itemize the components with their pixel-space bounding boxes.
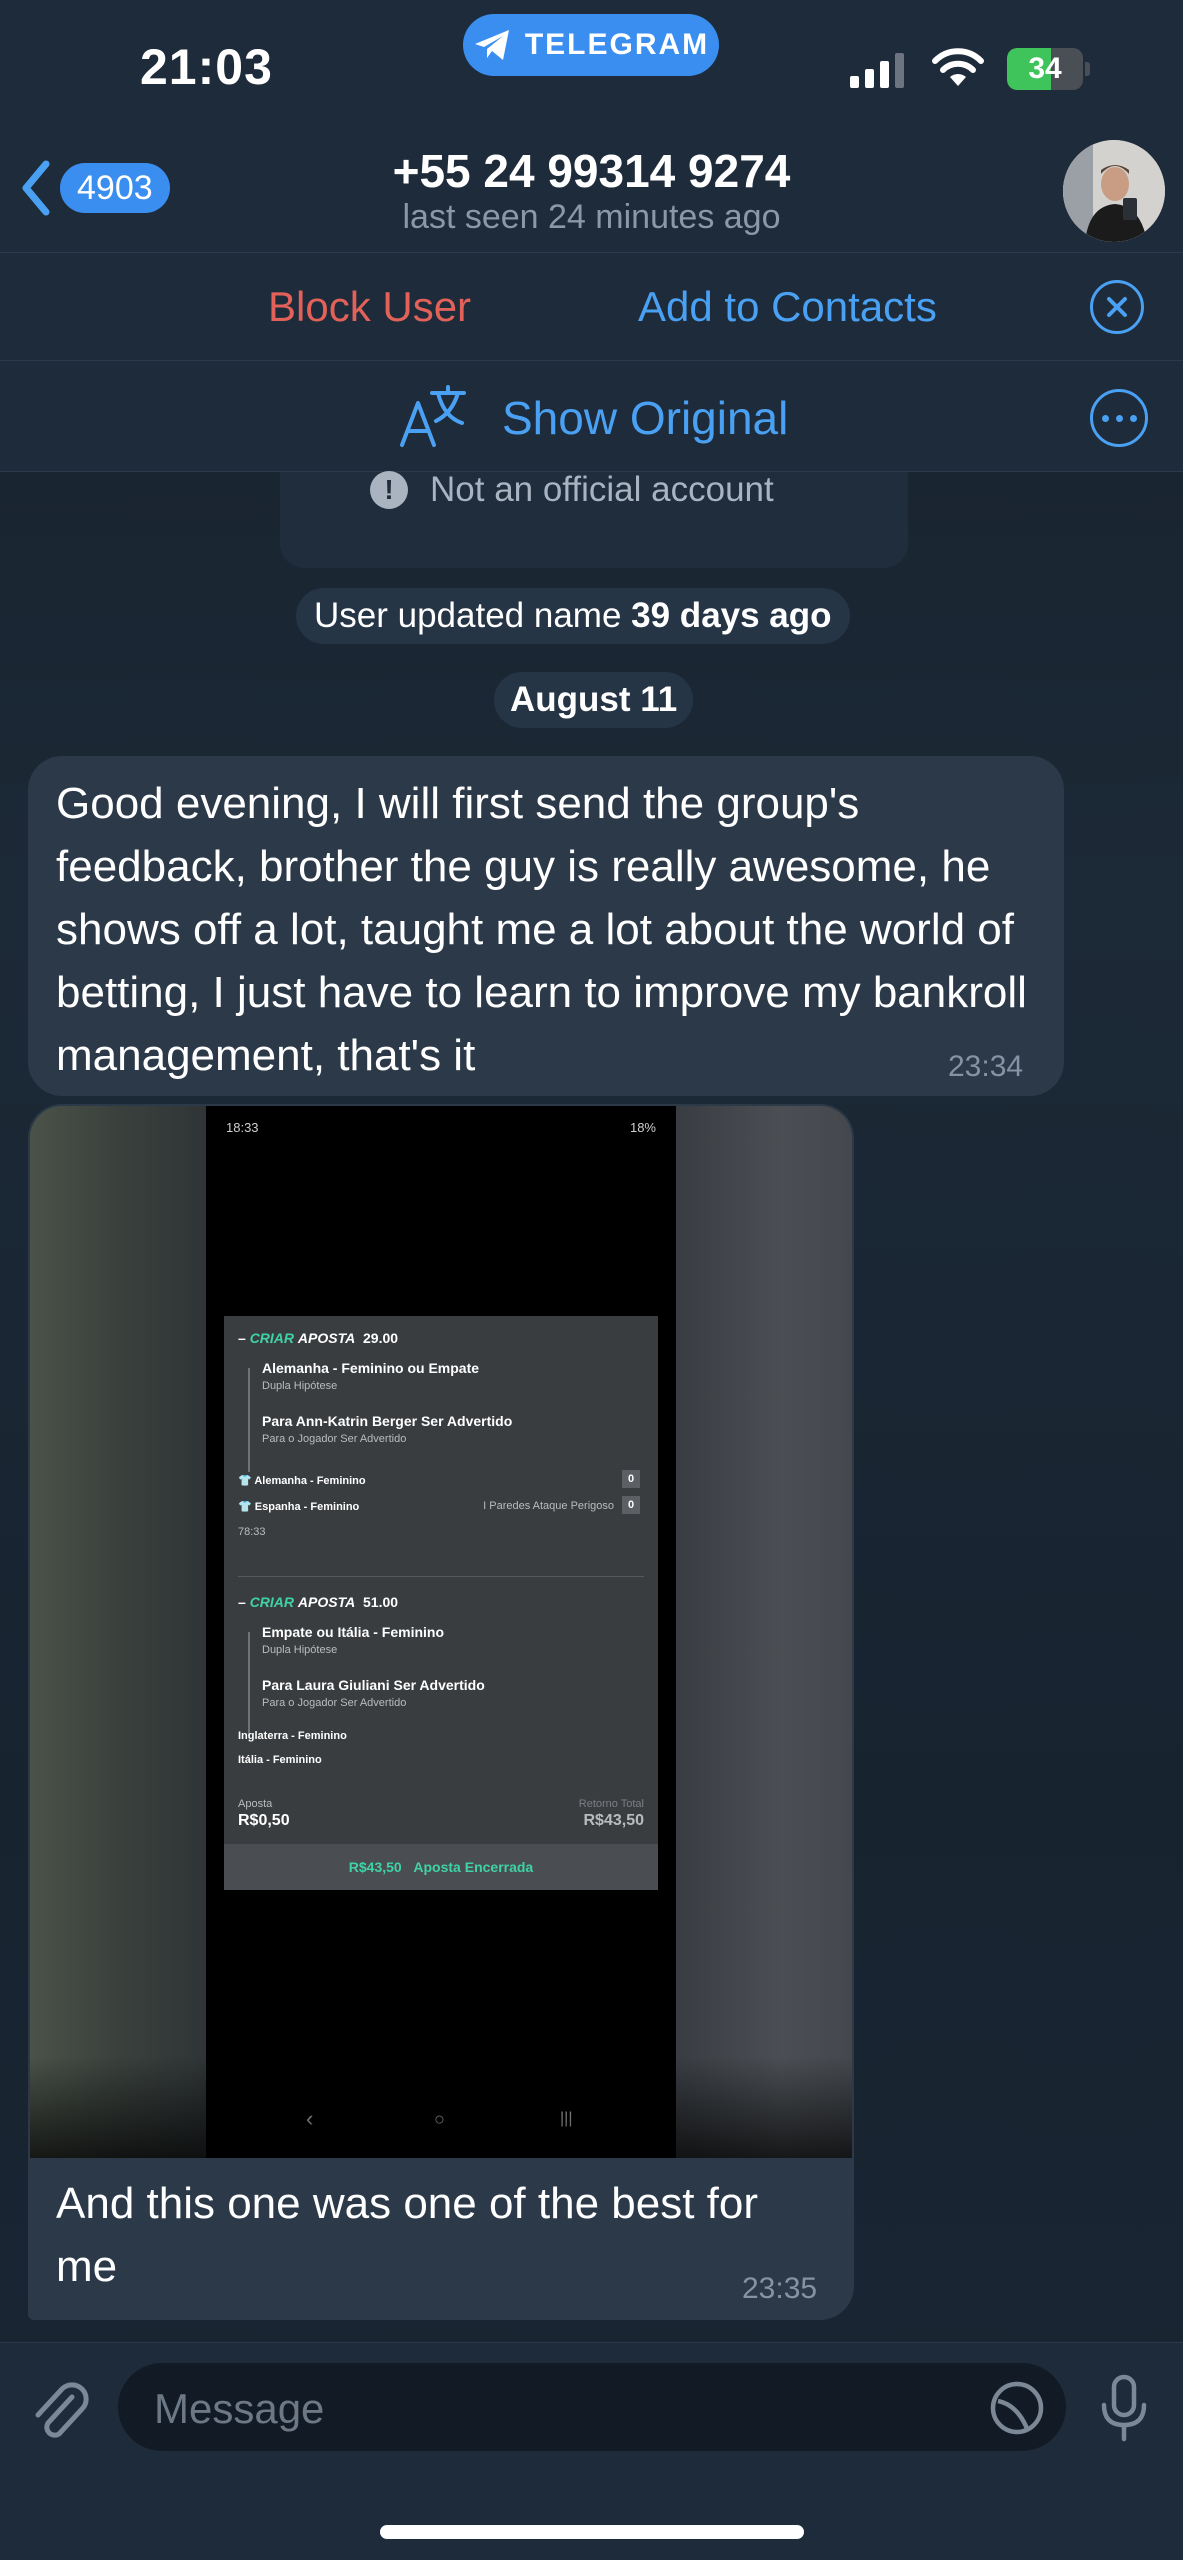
- bet-selection: Alemanha - Feminino ou Empate: [262, 1360, 480, 1376]
- close-icon[interactable]: [1090, 280, 1144, 334]
- team-away: 👕 Espanha - Feminino: [238, 1501, 360, 1513]
- translate-icon: [400, 385, 466, 447]
- message-placeholder: Message: [154, 2385, 325, 2432]
- bet-card: – CRIAR APOSTA 29.00 Alemanha - Feminino…: [224, 1316, 658, 1890]
- team-away: Itália - Feminino: [238, 1754, 322, 1766]
- info-icon: !: [370, 471, 408, 509]
- bet-selection: Para Ann-Katrin Berger Ser Advertido: [262, 1413, 513, 1429]
- not-official-notice: ! Not an official account: [370, 470, 774, 510]
- contact-action-bar: Block User Add to Contacts: [0, 252, 1183, 360]
- home-indicator: [380, 2525, 804, 2539]
- not-official-text: Not an official account: [430, 470, 774, 509]
- add-to-contacts-button[interactable]: Add to Contacts: [638, 283, 937, 331]
- photo-message-bubble[interactable]: 18:33 18% – CRIAR APOSTA 29.00 Alemanha …: [28, 1104, 854, 2320]
- message-time: 23:34: [948, 1050, 1024, 1083]
- bet-selection-sub: Dupla Hipótese: [262, 1380, 338, 1392]
- last-seen-status: last seen 24 minutes ago: [402, 198, 781, 236]
- block-user-button[interactable]: Block User: [268, 283, 471, 331]
- return-value: R$43,50: [583, 1812, 645, 1829]
- bet-selection: Empate ou Itália - Feminino: [262, 1624, 445, 1640]
- status-time: 21:03: [140, 39, 273, 95]
- photo-screenshot: 18:33 18% – CRIAR APOSTA 29.00 Alemanha …: [206, 1106, 676, 2158]
- score-away: 0: [622, 1496, 640, 1514]
- avatar[interactable]: [1063, 140, 1165, 242]
- translate-bar: Show Original: [0, 360, 1183, 472]
- battery-level: 34: [1028, 52, 1062, 85]
- date-divider: August 11: [494, 672, 694, 728]
- bet-selection-sub: Dupla Hipótese: [262, 1644, 338, 1656]
- bet-header: – CRIAR APOSTA 29.00: [238, 1330, 399, 1346]
- name-update-notice: User updated name 39 days ago: [296, 588, 850, 644]
- bet-closed-bar: R$43,50 Aposta Encerrada: [224, 1844, 658, 1890]
- wifi-icon: [932, 48, 984, 86]
- bet-header: – CRIAR APOSTA 51.00: [238, 1594, 399, 1610]
- event-note: I Paredes Ataque Perigoso: [483, 1500, 614, 1512]
- team-home: Inglaterra - Feminino: [238, 1730, 347, 1742]
- message-composer: Message: [0, 2342, 1183, 2560]
- bet-selection-sub: Para o Jogador Ser Advertido: [262, 1433, 407, 1445]
- telegram-plane-icon: [474, 30, 509, 60]
- bet-selection-sub: Para o Jogador Ser Advertido: [262, 1697, 407, 1709]
- message-photo[interactable]: 18:33 18% – CRIAR APOSTA 29.00 Alemanha …: [30, 1106, 852, 2158]
- name-update-when: 39 days ago: [631, 596, 832, 635]
- name-update-text: User updated name: [314, 596, 622, 635]
- message-input[interactable]: Message: [118, 2363, 1066, 2451]
- paperclip-icon[interactable]: [28, 2377, 90, 2443]
- cellular-signal-icon: [850, 50, 904, 88]
- message-time: 23:35: [742, 2272, 818, 2305]
- chat-title[interactable]: +55 24 99314 9274: [0, 144, 1183, 198]
- score-home: 0: [622, 1470, 640, 1488]
- status-bar: 21:03 TELEGRAM 34: [0, 0, 1183, 140]
- sticker-icon[interactable]: [988, 2379, 1046, 2437]
- battery-icon: 34: [1007, 48, 1090, 90]
- chat-header: 4903 +55 24 99314 9274 last seen 24 minu…: [0, 140, 1183, 252]
- team-home: 👕 Alemanha - Feminino: [238, 1475, 366, 1487]
- telegram-pill-label: TELEGRAM: [524, 28, 710, 61]
- stake-label: Aposta: [238, 1798, 273, 1810]
- return-label: Retorno Total: [578, 1798, 644, 1810]
- match-minute: 78:33: [238, 1526, 266, 1538]
- photo-status-battery: 18%: [629, 1120, 656, 1135]
- message-bubble[interactable]: Good evening, I will first send the grou…: [28, 756, 1064, 1096]
- telegram-pill[interactable]: TELEGRAM: [463, 14, 719, 76]
- stake-value: R$0,50: [238, 1812, 290, 1829]
- microphone-icon[interactable]: [1098, 2373, 1150, 2443]
- bet-selection: Para Laura Giuliani Ser Advertido: [262, 1677, 485, 1693]
- message-text: Good evening, I will first send the grou…: [56, 779, 1027, 1080]
- message-text: And this one was one of the best for me: [56, 2179, 759, 2291]
- more-icon[interactable]: [1090, 389, 1148, 447]
- photo-status-time: 18:33: [226, 1120, 259, 1135]
- show-original-button[interactable]: Show Original: [502, 391, 788, 445]
